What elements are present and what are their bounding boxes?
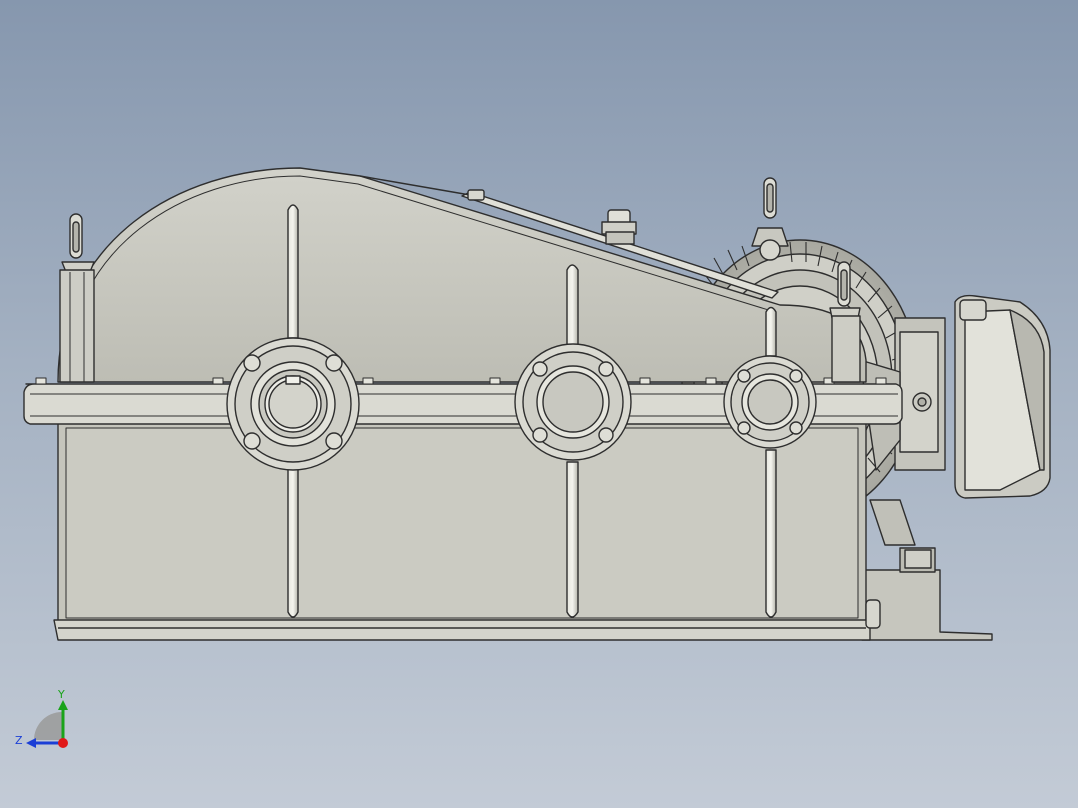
keyway (285, 375, 301, 385)
housing-lifting-eye-left (59, 213, 95, 383)
triad-z-arrow (26, 738, 36, 748)
triad-y-label: Y (57, 688, 65, 701)
triad-y-arrow (58, 700, 68, 710)
3d-viewport[interactable]: Y Z (0, 0, 1078, 808)
breather-plug (601, 209, 637, 245)
orientation-triad[interactable]: Y Z (12, 686, 82, 756)
input-shaft-bearing[interactable] (723, 355, 817, 449)
triad-x-axis-point (58, 738, 68, 748)
housing-base (53, 619, 871, 641)
cad-model[interactable] (0, 0, 1078, 808)
triad-arc (34, 712, 62, 740)
motor-base (861, 569, 993, 641)
triad-z-label: Z (15, 734, 23, 747)
output-shaft-bearing[interactable] (226, 337, 360, 471)
intermediate-shaft-bearing[interactable] (514, 343, 632, 461)
